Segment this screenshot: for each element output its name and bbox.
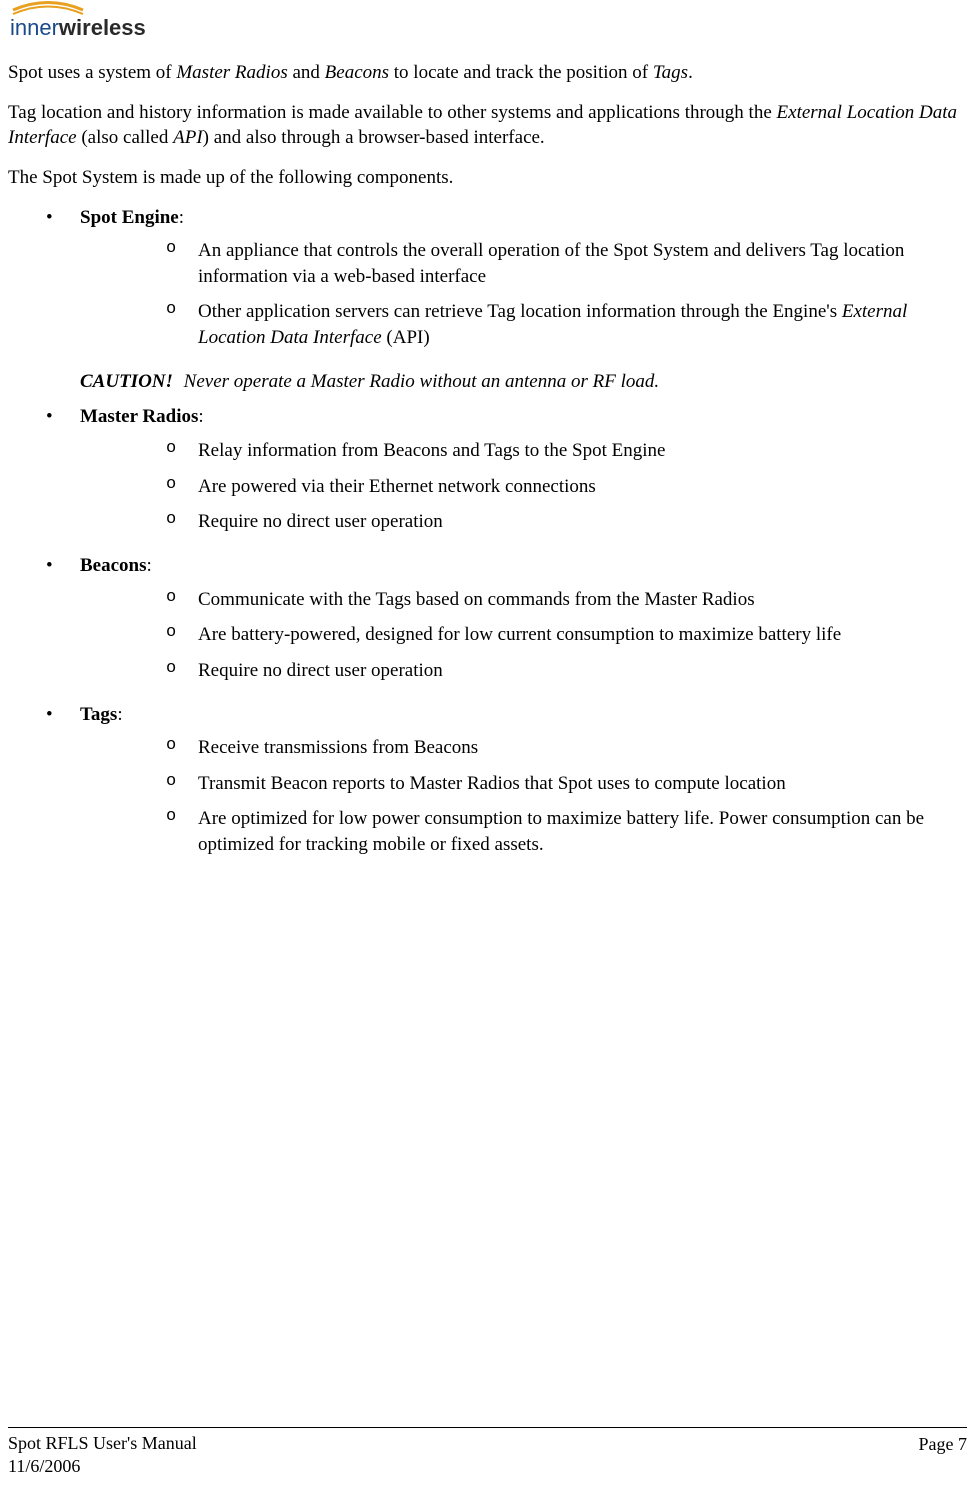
footer-page: Page 7 [919, 1432, 968, 1477]
caution-label: CAUTION! [80, 371, 173, 392]
footer-date: 11/6/2006 [8, 1455, 197, 1478]
component-item: Spot Engine:An appliance that controls t… [8, 205, 967, 351]
footer-title: Spot RFLS User's Manual [8, 1432, 197, 1455]
component-subitem: Require no direct user operation [80, 509, 967, 535]
component-subitem: Are powered via their Ethernet network c… [80, 474, 967, 500]
component-subitem: Relay information from Beacons and Tags … [80, 438, 967, 464]
component-subitem: Require no direct user operation [80, 658, 967, 684]
component-subitem: Transmit Beacon reports to Master Radios… [80, 771, 967, 797]
components-list: Spot Engine:An appliance that controls t… [8, 205, 967, 858]
page-footer: Spot RFLS User's Manual 11/6/2006 Page 7 [8, 1427, 967, 1477]
intro-p1: Spot uses a system of Master Radios and … [8, 60, 967, 86]
brand-logo: innerwireless [8, 0, 967, 40]
component-title: Master Radios [80, 406, 198, 427]
component-subitem: Receive transmissions from Beacons [80, 735, 967, 761]
intro-p2: Tag location and history information is … [8, 100, 967, 151]
intro-p3: The Spot System is made up of the follow… [8, 165, 967, 191]
component-subitem: Are optimized for low power consumption … [80, 806, 967, 857]
component-subitem: Other application servers can retrieve T… [80, 299, 967, 350]
component-subitem: Are battery-powered, designed for low cu… [80, 622, 967, 648]
component-title: Tags [80, 704, 117, 725]
caution-text: Never operate a Master Radio without an … [179, 371, 659, 392]
component-sublist: Communicate with the Tags based on comma… [80, 587, 967, 684]
component-sublist: Receive transmissions from Beacons Transm… [80, 735, 967, 858]
component-title: Spot Engine [80, 207, 179, 228]
component-item: Beacons:Communicate with the Tags based … [8, 553, 967, 684]
component-item: Master Radios:Relay information from Bea… [8, 404, 967, 535]
page-content: innerwireless Spot uses a system of Mast… [0, 0, 975, 858]
component-sublist: Relay information from Beacons and Tags … [80, 438, 967, 535]
logo-suffix: wireless [58, 15, 146, 40]
component-subitem: An appliance that controls the overall o… [80, 238, 967, 289]
svg-text:innerwireless: innerwireless [10, 15, 146, 40]
component-sublist: An appliance that controls the overall o… [80, 238, 967, 351]
component-subitem: Communicate with the Tags based on comma… [80, 587, 967, 613]
logo-prefix: inner [10, 15, 59, 40]
component-item: Tags:Receive transmissions from BeaconsT… [8, 702, 967, 858]
caution-note: CAUTION! Never operate a Master Radio wi… [8, 369, 967, 395]
component-title: Beacons [80, 555, 147, 576]
